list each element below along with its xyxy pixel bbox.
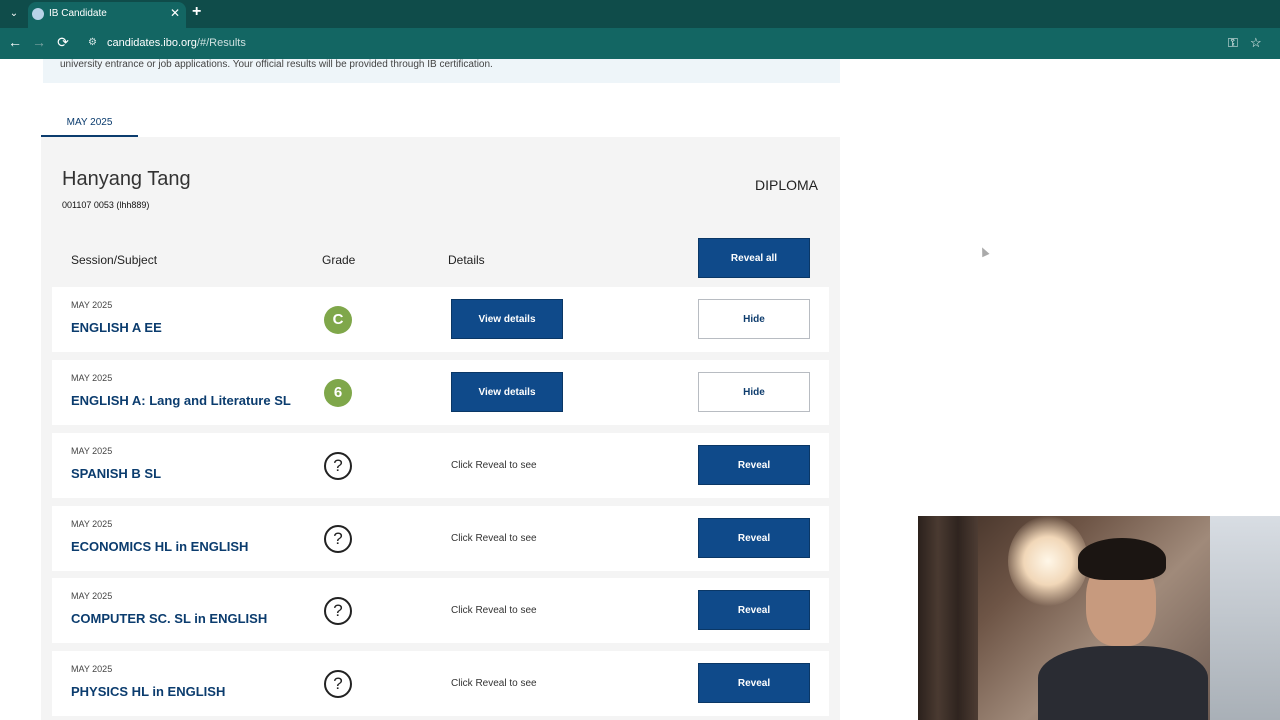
- webcam-light: [1008, 516, 1088, 606]
- url-path: /#/Results: [196, 37, 246, 49]
- row-subject: PHYSICS HL in ENGLISH: [71, 684, 226, 699]
- result-row: MAY 2025 PHYSICS HL in ENGLISH ? Click R…: [52, 651, 829, 716]
- tab-title: IB Candidate: [49, 8, 107, 19]
- bookmark-star-icon[interactable]: ☆: [1250, 35, 1262, 51]
- browser-tabstrip: ⌄ IB Candidate ✕ +: [0, 0, 1280, 28]
- reveal-all-button[interactable]: Reveal all: [698, 238, 810, 278]
- reveal-hint: Click Reveal to see: [451, 678, 537, 689]
- question-mark-icon: ?: [324, 452, 352, 480]
- row-session: MAY 2025: [71, 300, 113, 310]
- webcam-curtain: [918, 516, 978, 720]
- browser-tab[interactable]: IB Candidate ✕: [28, 2, 186, 28]
- programme-type: DIPLOMA: [754, 177, 818, 193]
- result-row: MAY 2025 ENGLISH A: Lang and Literature …: [52, 360, 829, 425]
- row-session: MAY 2025: [71, 664, 113, 674]
- webcam-person-body: [1038, 646, 1208, 720]
- tab-session-may-2025[interactable]: MAY 2025: [41, 109, 138, 137]
- reveal-button[interactable]: Reveal: [698, 518, 810, 558]
- header-details: Details: [448, 253, 485, 267]
- view-details-button[interactable]: View details: [451, 299, 563, 339]
- results-notice: university entrance or job applications.…: [43, 59, 840, 83]
- site-settings-icon[interactable]: ⚙: [88, 37, 100, 49]
- results-panel: Hanyang Tang 001107 0053 (lhh889) DIPLOM…: [41, 137, 840, 720]
- question-mark-icon: ?: [324, 670, 352, 698]
- webcam-window: [1210, 516, 1280, 720]
- row-subject: ENGLISH A: Lang and Literature SL: [71, 393, 291, 408]
- result-row: MAY 2025 ENGLISH A EE C View details Hid…: [52, 287, 829, 352]
- reveal-hint: Click Reveal to see: [451, 460, 537, 471]
- question-mark-icon: ?: [324, 525, 352, 553]
- url-host: candidates.ibo.org: [107, 37, 197, 49]
- question-mark-icon: ?: [324, 597, 352, 625]
- row-session: MAY 2025: [71, 591, 113, 601]
- password-key-icon[interactable]: ⚿: [1228, 35, 1238, 51]
- result-row: MAY 2025 SPANISH B SL ? Click Reveal to …: [52, 433, 829, 498]
- result-row: MAY 2025 COMPUTER SC. SL in ENGLISH ? Cl…: [52, 578, 829, 643]
- reveal-button[interactable]: Reveal: [698, 663, 810, 703]
- row-subject: SPANISH B SL: [71, 466, 162, 481]
- grade-badge: C: [324, 306, 352, 334]
- row-session: MAY 2025: [71, 446, 113, 456]
- browser-toolbar: ← → ⟳ ⚙ candidates.ibo.org/#/Results ⚿ ☆: [0, 28, 1280, 59]
- back-icon[interactable]: ←: [6, 34, 24, 50]
- row-session: MAY 2025: [71, 519, 113, 529]
- candidate-id: 001107 0053 (lhh889): [62, 200, 150, 210]
- view-details-button[interactable]: View details: [451, 372, 563, 412]
- result-row: MAY 2025 ECONOMICS HL in ENGLISH ? Click…: [52, 506, 829, 571]
- session-tab-label: MAY 2025: [66, 117, 113, 128]
- reveal-button[interactable]: Reveal: [698, 445, 810, 485]
- reveal-hint: Click Reveal to see: [451, 605, 537, 616]
- webcam-overlay: [918, 516, 1280, 720]
- row-subject: ECONOMICS HL in ENGLISH: [71, 539, 249, 554]
- forward-icon[interactable]: →: [30, 34, 48, 50]
- header-grade: Grade: [322, 253, 356, 267]
- webcam-person-hair: [1078, 538, 1166, 580]
- notice-text: university entrance or job applications.…: [60, 59, 493, 70]
- reveal-hint: Click Reveal to see: [451, 533, 537, 544]
- hide-button[interactable]: Hide: [698, 299, 810, 339]
- row-session: MAY 2025: [71, 373, 113, 383]
- hide-button[interactable]: Hide: [698, 372, 810, 412]
- tab-search-icon[interactable]: ⌄: [6, 6, 22, 22]
- row-subject: COMPUTER SC. SL in ENGLISH: [71, 611, 268, 626]
- grade-badge: 6: [324, 379, 352, 407]
- new-tab-icon[interactable]: +: [192, 3, 201, 21]
- reload-icon[interactable]: ⟳: [54, 34, 72, 51]
- candidate-name: Hanyang Tang: [62, 168, 191, 190]
- address-bar[interactable]: candidates.ibo.org/#/Results: [107, 37, 246, 49]
- close-icon[interactable]: ✕: [170, 6, 180, 20]
- header-subject: Session/Subject: [71, 253, 158, 267]
- favicon-icon: [32, 8, 44, 20]
- row-subject: ENGLISH A EE: [71, 320, 162, 335]
- reveal-button[interactable]: Reveal: [698, 590, 810, 630]
